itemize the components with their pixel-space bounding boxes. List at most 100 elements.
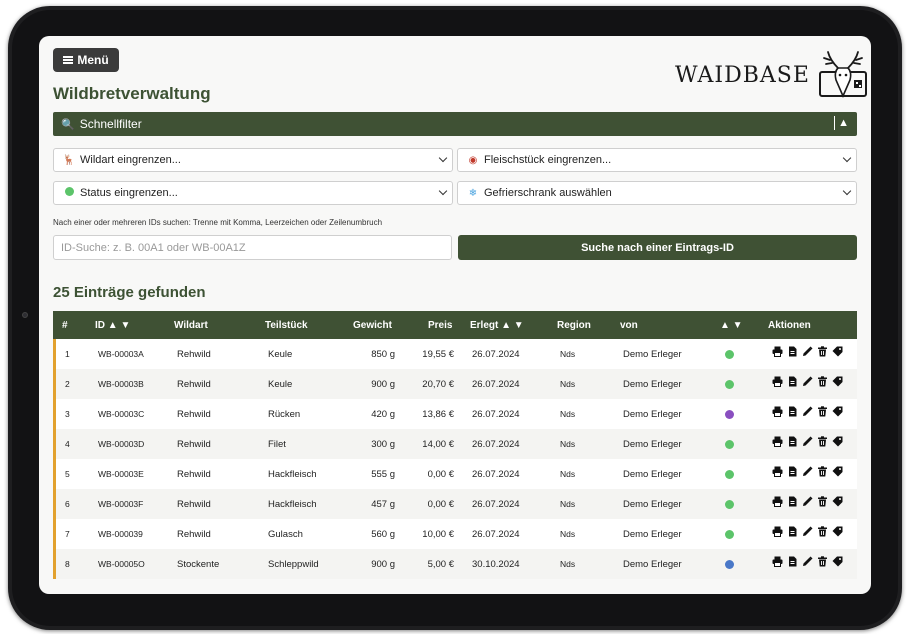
cell-id: WB-00003B [98, 379, 144, 389]
table-row[interactable]: 5 WB-00003E Rehwild Hackfleisch 555 g 0,00 € 2… [53, 459, 857, 489]
tag-icon[interactable] [832, 376, 843, 387]
tag-icon[interactable] [832, 526, 843, 537]
tag-icon[interactable] [832, 556, 843, 567]
cell-preis: 0,00 € [427, 499, 454, 510]
print-icon[interactable] [772, 436, 783, 447]
tag-icon[interactable] [832, 346, 843, 357]
table-row[interactable]: 7 WB-000039 Rehwild Gulasch 560 g 10,00 € 26.0… [53, 519, 857, 549]
cell-region: Nds [560, 469, 576, 479]
row-actions [772, 526, 843, 537]
pencil-icon[interactable] [802, 526, 813, 537]
document-icon[interactable] [787, 526, 798, 537]
status-select[interactable]: Status eingrenzen... [53, 181, 453, 205]
pencil-icon[interactable] [802, 376, 813, 387]
tag-icon[interactable] [832, 436, 843, 447]
pencil-icon[interactable] [802, 406, 813, 417]
print-icon[interactable] [772, 376, 783, 387]
trash-icon[interactable] [817, 526, 828, 537]
cell-region: Nds [560, 499, 576, 509]
cell-erlegt: 26.07.2024 [472, 439, 520, 450]
table-row[interactable]: 6 WB-00003F Rehwild Hackfleisch 457 g 0,00 € 2… [53, 489, 857, 519]
document-icon[interactable] [787, 346, 798, 357]
cell-id: WB-00003E [98, 469, 144, 479]
fleischstueck-select[interactable]: ◉ Fleischstück eingrenzen... [457, 148, 857, 172]
print-icon[interactable] [772, 496, 783, 507]
search-icon: 🔍 [61, 118, 75, 131]
document-icon[interactable] [787, 406, 798, 417]
status-dot [725, 440, 734, 449]
tag-icon[interactable] [832, 406, 843, 417]
cell-von: Demo Erleger [623, 469, 682, 480]
pencil-icon[interactable] [802, 436, 813, 447]
cell-preis: 5,00 € [427, 559, 454, 570]
cell-von: Demo Erleger [623, 379, 682, 390]
cell-id: WB-00003D [98, 439, 145, 449]
collapse-toggle[interactable]: ▲ [834, 116, 849, 130]
document-icon[interactable] [787, 496, 798, 507]
cell-preis: 19,55 € [422, 349, 454, 360]
cell-von: Demo Erleger [623, 529, 682, 540]
entries-table: # ID ▲ ▼ Wildart Teilstück Gewicht Preis… [53, 311, 857, 594]
cell-num: 2 [65, 379, 70, 389]
fleischstueck-select-label: Fleischstück eingrenzen... [484, 154, 612, 166]
trash-icon[interactable] [817, 376, 828, 387]
id-search-button[interactable]: Suche nach einer Eintrags-ID [458, 235, 857, 260]
gefrierschrank-select[interactable]: ❄ Gefrierschrank auswählen [457, 181, 857, 205]
deer-icon: 🦌 [62, 154, 76, 166]
header-status-sort[interactable]: ▲ ▼ [720, 320, 743, 331]
table-row[interactable]: 2 WB-00003B Rehwild Keule 900 g 20,70 € 26.07.… [53, 369, 857, 399]
page-title: Wildbretverwaltung [53, 84, 211, 103]
status-dot [725, 530, 734, 539]
table-row[interactable]: 3 WB-00003C Rehwild Rücken 420 g 13,86 € 26.07… [53, 399, 857, 429]
trash-icon[interactable] [817, 466, 828, 477]
id-search-input[interactable] [53, 235, 452, 260]
document-icon[interactable] [787, 466, 798, 477]
print-icon[interactable] [772, 466, 783, 477]
cell-id: WB-00003C [98, 409, 145, 419]
tag-icon[interactable] [832, 496, 843, 507]
cell-region: Nds [560, 439, 576, 449]
status-select-label: Status eingrenzen... [80, 187, 178, 199]
document-icon[interactable] [787, 556, 798, 567]
snowflake-icon: ❄ [468, 187, 478, 199]
quickfilter-bar[interactable]: 🔍 Schnellfilter ▲ [53, 112, 857, 136]
pencil-icon[interactable] [802, 346, 813, 357]
cell-teilstueck: Keule [268, 349, 293, 360]
header-erlegt-sort[interactable]: Erlegt ▲ ▼ [470, 320, 524, 331]
tag-icon[interactable] [832, 466, 843, 477]
print-icon[interactable] [772, 406, 783, 417]
cell-von: Demo Erleger [623, 349, 682, 360]
document-icon[interactable] [787, 376, 798, 387]
wildart-select-label: Wildart eingrenzen... [80, 154, 181, 166]
meat-icon: ◉ [468, 154, 478, 166]
trash-icon[interactable] [817, 406, 828, 417]
gefrierschrank-select-label: Gefrierschrank auswählen [484, 187, 612, 199]
status-dot [725, 560, 734, 569]
print-icon[interactable] [772, 346, 783, 357]
cell-id: WB-00003F [98, 499, 144, 509]
table-row[interactable]: 1 WB-00003A Rehwild Keule 850 g 19,55 € 26.07.… [53, 339, 857, 369]
table-row[interactable]: 4 WB-00003D Rehwild Filet 300 g 14,00 € 26.07.… [53, 429, 857, 459]
pencil-icon[interactable] [802, 556, 813, 567]
trash-icon[interactable] [817, 556, 828, 567]
logo: WAIDBASE [675, 50, 871, 100]
trash-icon[interactable] [817, 496, 828, 507]
cell-erlegt: 26.07.2024 [472, 499, 520, 510]
header-id-sort[interactable]: ID ▲ ▼ [95, 320, 130, 331]
menu-button[interactable]: Menü [53, 48, 119, 72]
print-icon[interactable] [772, 526, 783, 537]
pencil-icon[interactable] [802, 496, 813, 507]
pencil-icon[interactable] [802, 466, 813, 477]
header-aktionen: Aktionen [768, 320, 811, 331]
wildart-select[interactable]: 🦌 Wildart eingrenzen... [53, 148, 453, 172]
trash-icon[interactable] [817, 436, 828, 447]
document-icon[interactable] [787, 436, 798, 447]
print-icon[interactable] [772, 556, 783, 567]
cell-gewicht: 300 g [371, 439, 395, 450]
trash-icon[interactable] [817, 346, 828, 357]
screen: Menü WAIDBASE Wildbretverwaltung 🔍 Schne… [39, 36, 871, 594]
status-dot [725, 500, 734, 509]
table-row[interactable]: 8 WB-00005O Stockente Schleppwild 900 g 5,00 … [53, 549, 857, 579]
cell-num: 6 [65, 499, 70, 509]
cell-region: Nds [560, 529, 576, 539]
